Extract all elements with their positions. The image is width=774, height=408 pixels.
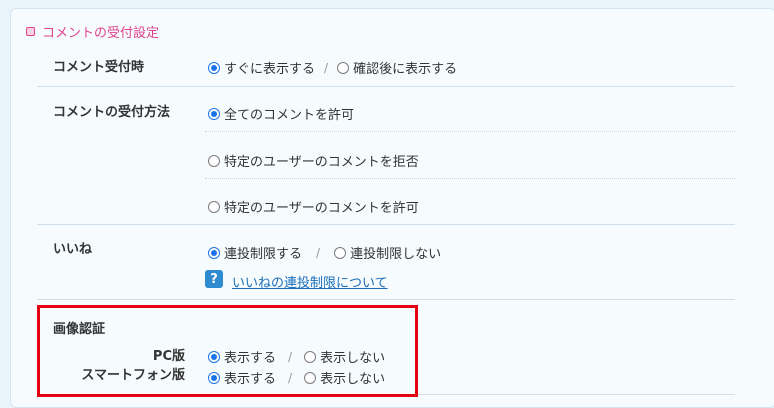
section-header: コメントの受付設定 [26,22,159,41]
row-divider [37,86,735,87]
receive-method-option-all[interactable]: 全てのコメントを許可 [208,104,354,123]
help-icon[interactable]: ? [205,270,223,288]
receive-timing-options: すぐに表示する / 確認後に表示する [208,58,457,77]
radio-button[interactable] [337,61,350,74]
option-label: 特定のユーザーのコメントを拒否 [224,155,419,170]
radio-button-selected[interactable] [208,246,220,259]
receive-timing-option-after-review[interactable]: 確認後に表示する [337,58,457,77]
option-label: 連投制限しない [350,247,442,262]
radio-button[interactable] [208,154,220,167]
option-label: 全てのコメントを許可 [224,108,355,123]
radio-button-selected[interactable] [208,61,220,74]
option-divider [205,178,735,179]
receive-method-option-allow-users[interactable]: 特定のユーザーのコメントを許可 [208,197,419,216]
option-label: 連投制限する [224,247,303,262]
likes-option-no-limit[interactable]: 連投制限しない [334,243,441,262]
section-title: コメントの受付設定 [42,26,160,41]
option-divider [205,131,735,132]
radio-button[interactable] [208,200,220,213]
likes-help-link[interactable]: いいねの連投制限について [232,272,388,291]
receive-method-option-deny-users[interactable]: 特定のユーザーのコメントを拒否 [208,151,419,170]
separator: / [324,60,329,75]
receive-timing-option-immediate[interactable]: すぐに表示する [208,58,315,77]
row-divider [37,224,735,225]
option-label: 確認後に表示する [353,62,458,77]
row-divider [37,299,735,300]
option-label: 特定のユーザーのコメントを許可 [224,201,419,216]
radio-button-selected[interactable] [208,107,220,120]
highlight-box [37,305,418,397]
option-label: すぐに表示する [224,62,316,77]
likes-options: 連投制限する / 連投制限しない [208,243,441,262]
likes-option-limit[interactable]: 連投制限する [208,243,302,262]
separator: / [316,245,321,260]
receive-timing-label: コメント受付時 [53,60,145,75]
receive-method-label: コメントの受付方法 [53,105,171,120]
section-bullet-icon [26,27,35,36]
radio-button[interactable] [334,246,347,259]
likes-label: いいね [53,242,93,257]
